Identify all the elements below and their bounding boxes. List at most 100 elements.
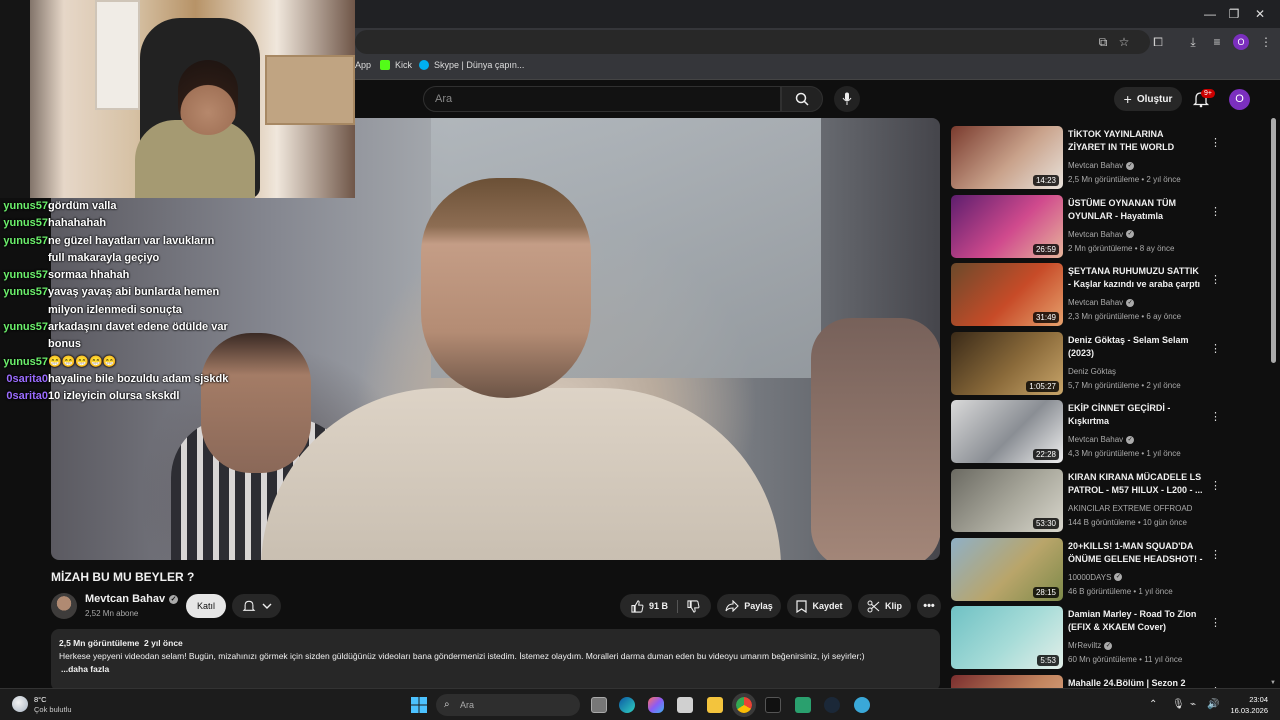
video-thumbnail[interactable]: 26:59 [951,194,1063,258]
scroll-down-icon[interactable]: ▼ [1270,680,1276,686]
webcam-streamer [178,60,238,135]
more-actions-button[interactable]: ••• [917,594,941,618]
extensions-icon[interactable]: ⧠ [1149,34,1167,50]
clip-button[interactable]: Klip [858,594,911,618]
video-thumbnail[interactable]: 28:15 [951,537,1063,601]
video-thumbnail[interactable]: 31:49 [951,263,1063,327]
recommended-video[interactable]: Mahalle 24.Bölüm | Sezon 2⋮ [950,674,1221,688]
recommended-channel[interactable]: Mevtcan Bahav ✓ [1068,298,1135,307]
weather-temperature[interactable]: 8°C [34,695,47,704]
recommended-video[interactable]: 1:05:27 Deniz Göktaş - Selam Selam (2023)… [950,331,1221,396]
file-explorer-icon[interactable] [707,697,723,713]
bookmark-skype[interactable]: Skype | Dünya çapın... [419,60,524,70]
browser-app-icon[interactable] [854,697,870,713]
recommended-title[interactable]: TİKTOK YAYINLARINA ZİYARET IN THE WORLD [1068,128,1203,154]
recommended-channel[interactable]: Mevtcan Bahav ✓ [1068,161,1135,170]
edge-icon[interactable] [619,697,635,713]
browser-profile-avatar[interactable]: O [1233,34,1249,50]
chat-message: yunus57 arkadaşını davet edene ödülde var… [0,319,230,354]
search-input[interactable]: Ara [423,86,781,112]
taskbar-search[interactable]: Ara [436,694,580,716]
dislike-button[interactable] [683,599,700,613]
recommended-title[interactable]: ÜSTÜME OYNANAN TÜM OYUNLAR - Hayatımla o… [1068,197,1203,225]
account-avatar[interactable]: O [1229,89,1250,110]
description-box[interactable]: 2,5 Mn görüntüleme 2 yıl önce Herkese ye… [51,629,940,691]
install-app-icon[interactable]: ⧉ [1094,34,1112,50]
recommended-views: 4,3 Mn görüntüleme [1068,449,1140,459]
more-vertical-icon[interactable]: ⋮ [1210,342,1221,356]
channel-avatar[interactable] [51,593,77,619]
url-field[interactable] [355,30,1150,54]
weather-cloud-icon[interactable] [12,696,28,712]
chrome-icon[interactable] [732,693,756,717]
microphone-tray-icon[interactable]: 🎙 [1172,699,1185,710]
recommended-video[interactable]: 26:59 ÜSTÜME OYNANAN TÜM OYUNLAR - Hayatı… [950,194,1221,259]
video-thumbnail[interactable]: 53:30 [951,469,1063,532]
search-button[interactable] [781,86,823,112]
app-icon[interactable] [795,697,811,713]
recommended-views: 144 B görüntüleme [1068,518,1136,527]
recommended-title[interactable]: Deniz Göktaş - Selam Selam (2023) [1068,334,1203,360]
recommended-video[interactable]: 31:49 ŞEYTANA RUHUMUZU SATTIK - Kaşlar ka… [950,263,1221,327]
recommended-title[interactable]: EKİP CİNNET GEÇİRDİ - Kışkırtma [1068,402,1203,428]
video-thumbnail[interactable]: 5:53 [951,606,1063,670]
recommended-video[interactable]: 28:15 20+KILLS! 1-MAN SQUAD'DA ÖNÜME GELE… [950,537,1221,602]
recommended-video[interactable]: 22:28 EKİP CİNNET GEÇİRDİ - Kışkırtma Mevt… [950,400,1221,464]
browser-menu-icon[interactable]: ⋮ [1257,34,1275,50]
video-thumbnail[interactable]: 14:23 [951,126,1063,189]
more-vertical-icon[interactable]: ⋮ [1210,479,1221,493]
bookmark-star-icon[interactable]: ☆ [1115,34,1133,50]
recommended-channel[interactable]: 10000DAYS ✓ [1068,573,1123,582]
more-vertical-icon[interactable]: ⋮ [1210,205,1221,219]
recommended-channel[interactable]: MrReviltz ✓ [1068,641,1113,650]
more-vertical-icon[interactable]: ⋮ [1210,548,1221,562]
channel-name[interactable]: Mevtcan Bahav ✓ [85,593,179,605]
network-icon[interactable]: ⌁ [1190,699,1196,710]
tray-chevron-icon[interactable]: ⌃ [1149,699,1157,710]
copilot-icon[interactable] [648,697,664,713]
sidebar-scrollbar[interactable] [1271,118,1276,363]
notification-dropdown-button[interactable] [232,594,281,618]
join-button[interactable]: Katıl [186,594,226,618]
recommended-video[interactable]: 53:30 KIRAN KIRANA MÜCADELE LS PATROL - M… [950,469,1221,533]
recommended-channel[interactable]: Mevtcan Bahav ✓ [1068,230,1135,239]
more-vertical-icon[interactable]: ⋮ [1210,616,1221,630]
chat-text: sormaa hhahah [48,269,130,282]
recommended-title[interactable]: KIRAN KIRANA MÜCADELE LS PATROL - M57 HI… [1068,471,1203,497]
steam-icon[interactable] [824,697,840,713]
download-icon[interactable]: ⤓ [1184,34,1202,50]
recommended-channel[interactable]: Mevtcan Bahav ✓ [1068,435,1135,444]
video-thumbnail[interactable]: 1:05:27 [951,331,1063,395]
recommended-title[interactable]: 20+KILLS! 1-MAN SQUAD'DA ÖNÜME GELENE HE… [1068,540,1203,568]
recommended-title[interactable]: Damian Marley - Road To Zion (EFIX & XKA… [1068,608,1203,634]
volume-icon[interactable]: 🔊 [1207,699,1219,710]
more-vertical-icon[interactable]: ⋮ [1210,273,1221,287]
recommended-channel[interactable]: Deniz Göktaş [1068,367,1116,376]
share-button[interactable]: Paylaş [717,594,781,618]
voice-search-button[interactable] [834,86,860,112]
recommended-video[interactable]: 5:53 Damian Marley - Road To Zion (EFIX &… [950,606,1221,670]
save-button[interactable]: Kaydet [787,594,852,618]
terminal-icon[interactable] [765,697,781,713]
recommended-title[interactable]: Mahalle 24.Bölüm | Sezon 2 [1068,677,1203,688]
video-thumbnail[interactable] [951,674,1063,688]
close-icon[interactable]: ✕ [1245,6,1275,22]
recommended-title[interactable]: ŞEYTANA RUHUMUZU SATTIK - Kaşlar kazındı… [1068,265,1203,293]
show-more-link[interactable]: ...daha fazla [59,663,932,676]
create-button[interactable]: + Oluştur [1114,87,1182,111]
task-view-icon[interactable] [591,697,607,713]
upload-age: 2 yıl önce [144,638,183,648]
recommended-video[interactable]: 14:23 TİKTOK YAYINLARINA ZİYARET IN THE W… [950,126,1221,190]
more-vertical-icon[interactable]: ⋮ [1210,136,1221,150]
bookmark-app[interactable]: App [355,60,371,70]
system-clock[interactable]: 23:04 16.03.2026 [1228,694,1268,716]
more-vertical-icon[interactable]: ⋮ [1210,410,1221,424]
recommended-channel[interactable]: AKINCILAR EXTREME OFFROAD [1068,504,1192,513]
store-icon[interactable] [677,697,693,713]
bookmark-kick[interactable]: Kick [380,60,412,70]
weather-description[interactable]: Çok bulutlu [34,705,72,714]
like-button[interactable]: 91 B [631,599,678,613]
windows-start-icon[interactable] [411,697,427,713]
video-thumbnail[interactable]: 22:28 [951,400,1063,464]
reading-list-icon[interactable]: ≡ [1208,34,1226,50]
